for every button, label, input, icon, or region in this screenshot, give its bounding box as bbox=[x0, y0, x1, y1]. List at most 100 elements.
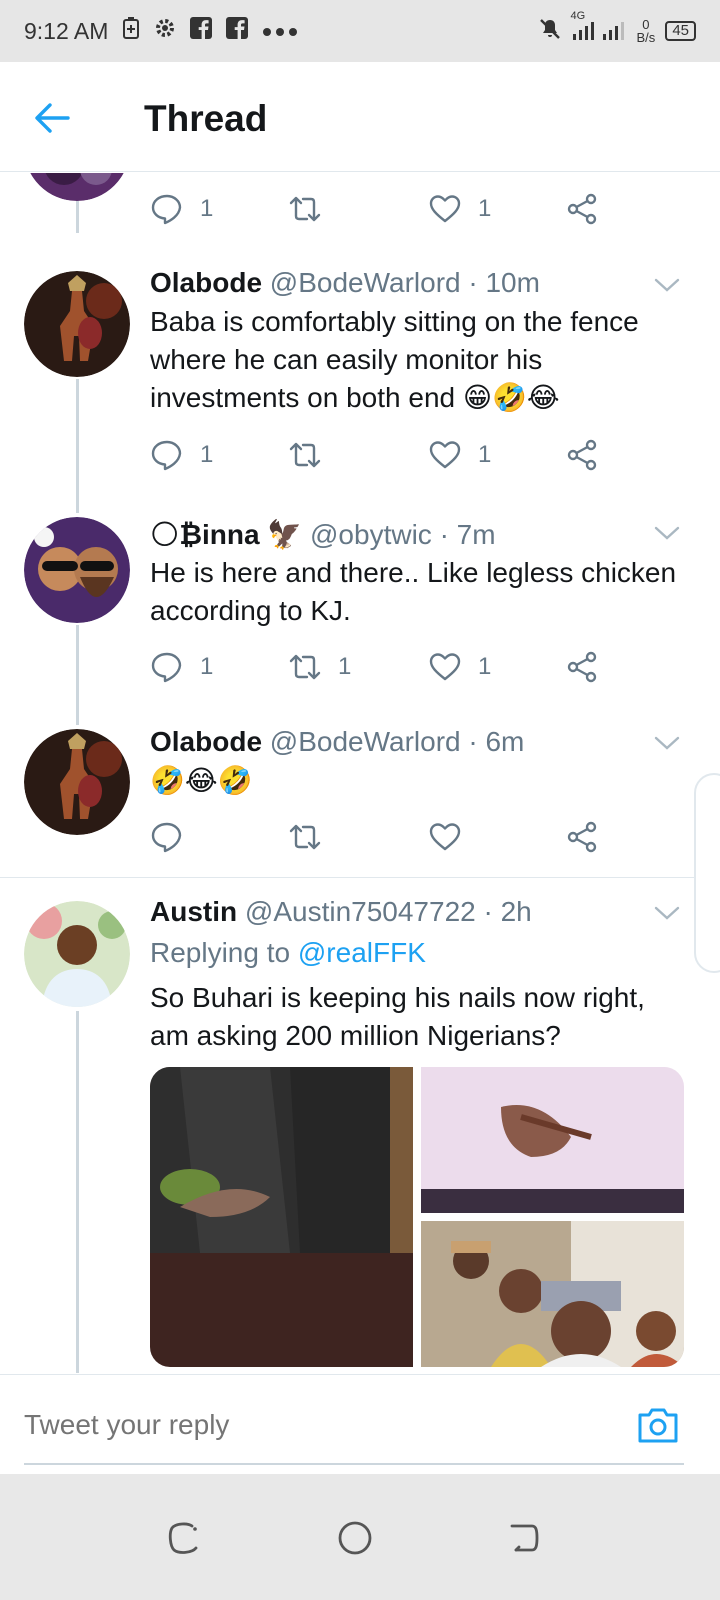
tweet-menu-button[interactable] bbox=[652, 733, 682, 753]
retweet-button[interactable] bbox=[288, 815, 338, 859]
status-time: 9:12 AM bbox=[24, 17, 109, 44]
share-button[interactable] bbox=[566, 815, 600, 859]
thread-divider bbox=[0, 877, 720, 878]
facebook-icon bbox=[190, 17, 213, 45]
thread-connector bbox=[76, 625, 79, 725]
system-nav-bar bbox=[0, 1474, 720, 1600]
camera-button[interactable] bbox=[636, 1405, 680, 1445]
heart-icon bbox=[429, 823, 461, 851]
like-button[interactable]: 1 bbox=[428, 645, 491, 689]
like-count: 1 bbox=[478, 653, 492, 680]
camera-icon bbox=[638, 1408, 678, 1443]
user-handle[interactable]: @obytwic bbox=[310, 519, 432, 550]
replying-to-mention[interactable]: @realFFK bbox=[298, 937, 426, 968]
tweet-header: 🌕₿inna 🦅 @obytwic · 7m bbox=[150, 518, 496, 551]
home-button[interactable] bbox=[337, 1520, 373, 1556]
tweet-text: Baba is comfortably sitting on the fence… bbox=[150, 306, 639, 413]
tweet-actions: 1 1 1 bbox=[150, 645, 620, 689]
user-handle[interactable]: @BodeWarlord bbox=[270, 267, 461, 298]
reply-icon bbox=[151, 194, 182, 225]
thread-header: Thread bbox=[0, 62, 720, 172]
chevron-down-icon bbox=[654, 526, 680, 540]
recent-apps-button[interactable] bbox=[166, 1520, 202, 1556]
reply-count: 1 bbox=[200, 653, 214, 680]
share-button[interactable] bbox=[566, 645, 600, 689]
chevron-down-icon bbox=[654, 278, 680, 292]
reply-button[interactable] bbox=[150, 815, 200, 859]
battery-indicator: 45 bbox=[665, 21, 696, 41]
retweet-icon bbox=[289, 654, 321, 680]
share-button[interactable] bbox=[566, 433, 600, 477]
retweet-count: 1 bbox=[338, 653, 352, 680]
tweet-menu-button[interactable] bbox=[652, 903, 682, 923]
tweet-time: · 10m bbox=[468, 267, 540, 298]
battery-saver-icon bbox=[122, 17, 140, 45]
tweet-menu-button[interactable] bbox=[652, 523, 682, 543]
avatar[interactable] bbox=[24, 729, 130, 835]
signal-icon: 4G bbox=[571, 10, 627, 42]
like-count: 1 bbox=[478, 195, 492, 222]
tweet-actions: 1 1 bbox=[150, 433, 620, 477]
media-image[interactable] bbox=[421, 1221, 684, 1367]
user-handle[interactable]: @BodeWarlord bbox=[270, 726, 461, 757]
thread-connector bbox=[76, 379, 79, 513]
retweet-icon bbox=[289, 196, 321, 222]
back-nav-button[interactable] bbox=[506, 1520, 542, 1556]
back-nav-icon bbox=[510, 1524, 539, 1552]
settings-icon bbox=[154, 17, 176, 45]
tweet-text: He is here and there.. Like legless chic… bbox=[150, 557, 677, 626]
scroll-handle[interactable] bbox=[694, 773, 720, 973]
tweet-menu-button[interactable] bbox=[652, 275, 682, 295]
avatar[interactable] bbox=[24, 173, 130, 201]
reply-icon bbox=[151, 440, 182, 471]
network-type: 4G bbox=[570, 10, 586, 22]
user-name[interactable]: Olabode bbox=[150, 726, 262, 757]
tweet-actions: 1 1 bbox=[150, 187, 620, 231]
heart-icon bbox=[429, 441, 461, 469]
recent-apps-icon bbox=[168, 1522, 198, 1554]
replying-to: Replying to @realFFK bbox=[150, 937, 426, 969]
heart-icon bbox=[429, 653, 461, 681]
replying-to-label: Replying to bbox=[150, 937, 291, 968]
retweet-button[interactable] bbox=[288, 187, 338, 231]
avatar[interactable] bbox=[24, 271, 130, 377]
chevron-down-icon bbox=[654, 736, 680, 750]
like-button[interactable] bbox=[428, 815, 478, 859]
like-count: 1 bbox=[478, 441, 492, 468]
share-button[interactable] bbox=[566, 187, 600, 231]
home-icon bbox=[338, 1521, 372, 1555]
like-button[interactable]: 1 bbox=[428, 433, 491, 477]
tweet-actions bbox=[150, 815, 620, 859]
back-arrow-icon bbox=[35, 103, 70, 133]
reply-count: 1 bbox=[200, 195, 214, 222]
tweet-header: Olabode @BodeWarlord · 10m bbox=[150, 267, 540, 299]
media-image[interactable] bbox=[150, 1067, 413, 1367]
user-name[interactable]: 🌕₿inna 🦅 bbox=[150, 519, 302, 550]
retweet-button[interactable]: 1 bbox=[288, 645, 351, 689]
reply-button[interactable]: 1 bbox=[150, 187, 213, 231]
reply-button[interactable]: 1 bbox=[150, 645, 213, 689]
facebook-icon bbox=[226, 17, 249, 45]
reply-icon bbox=[151, 652, 182, 683]
net-speed-unit: B/s bbox=[636, 30, 656, 45]
reply-icon bbox=[151, 822, 182, 853]
like-button[interactable]: 1 bbox=[428, 187, 491, 231]
avatar[interactable] bbox=[24, 901, 130, 1007]
retweet-icon bbox=[289, 442, 321, 468]
user-name[interactable]: Olabode bbox=[150, 267, 262, 298]
retweet-button[interactable] bbox=[288, 433, 338, 477]
reply-button[interactable]: 1 bbox=[150, 433, 213, 477]
user-handle[interactable]: @Austin75047722 bbox=[245, 896, 476, 927]
tweet-text: So Buhari is keeping his nails now right… bbox=[150, 982, 645, 1051]
back-button[interactable] bbox=[30, 98, 78, 138]
user-name[interactable]: Austin bbox=[150, 896, 237, 927]
reply-count: 1 bbox=[200, 441, 214, 468]
retweet-icon bbox=[289, 824, 321, 850]
heart-icon bbox=[429, 195, 461, 223]
status-bar: 9:12 AM 4G 0 B/s 45 bbox=[0, 0, 720, 62]
tweet-media-grid bbox=[150, 1067, 684, 1367]
tweet-reply-input[interactable] bbox=[24, 1409, 584, 1441]
tweet-time: · 2h bbox=[483, 896, 532, 927]
media-image[interactable] bbox=[421, 1067, 684, 1213]
avatar[interactable] bbox=[24, 517, 130, 623]
